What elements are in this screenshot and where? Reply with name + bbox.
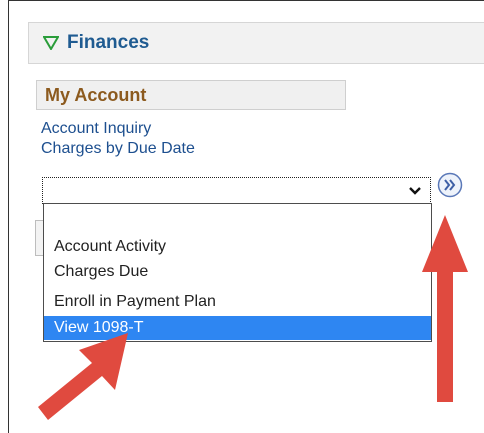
triangle-down-icon[interactable] xyxy=(43,36,59,50)
charges-by-due-date-link[interactable]: Charges by Due Date xyxy=(41,140,195,158)
annotation-arrow-up xyxy=(422,215,468,402)
finances-title: Finances xyxy=(67,32,150,53)
finances-header[interactable]: Finances xyxy=(28,22,484,64)
dropdown-option-enroll-payment-plan[interactable]: Enroll in Payment Plan xyxy=(44,290,431,314)
dropdown-list: Account Activity Charges Due Enroll in P… xyxy=(43,203,432,342)
other-options-select[interactable] xyxy=(42,177,431,204)
dropdown-option-charges-due[interactable]: Charges Due xyxy=(44,260,431,284)
dropdown-option-account-activity[interactable]: Account Activity xyxy=(44,235,431,259)
annotation-arrow-diagonal xyxy=(38,333,128,420)
go-button-double-chevron-right-icon[interactable] xyxy=(437,172,463,198)
account-inquiry-link[interactable]: Account Inquiry xyxy=(41,120,151,138)
dropdown-option-blank[interactable] xyxy=(44,208,431,232)
my-account-title: My Account xyxy=(45,84,147,105)
chevron-down-icon xyxy=(409,187,421,195)
my-account-section-header: My Account xyxy=(36,80,346,110)
